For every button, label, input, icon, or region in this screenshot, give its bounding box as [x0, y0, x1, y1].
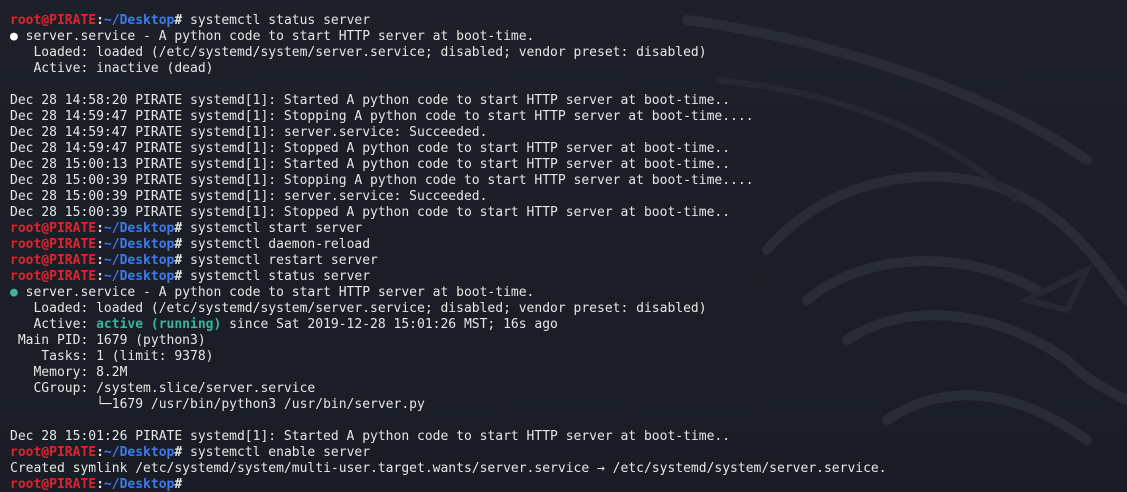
prompt-user-host: root@PIRATE: [10, 269, 97, 284]
terminal-window[interactable]: root@PIRATE:~/Desktop# systemctl status …: [0, 0, 1127, 492]
prompt-path: ~/Desktop: [103, 237, 175, 252]
output-line: Dec 28 15:00:39 PIRATE systemd[1]: Stopp…: [10, 205, 1127, 221]
output-text: Main PID: 1679 (python3): [10, 333, 206, 348]
status-dot-icon: ●: [10, 285, 18, 300]
output-line: Dec 28 14:59:47 PIRATE systemd[1]: serve…: [10, 125, 1127, 141]
command-text[interactable]: systemctl restart server: [182, 253, 378, 268]
prompt-separator: :: [96, 221, 104, 236]
output-line: Created symlink /etc/systemd/system/mult…: [10, 461, 1127, 477]
output-line: Dec 28 15:00:39 PIRATE systemd[1]: serve…: [10, 189, 1127, 205]
prompt-path: ~/Desktop: [103, 445, 175, 460]
output-line: CGroup: /system.slice/server.service: [10, 381, 1127, 397]
command-text[interactable]: systemctl enable server: [182, 445, 370, 460]
prompt-separator: :: [96, 269, 104, 284]
output-line: Loaded: loaded (/etc/systemd/system/serv…: [10, 45, 1127, 61]
command-text[interactable]: systemctl status server: [182, 269, 370, 284]
output-text: Created symlink /etc/systemd/system/mult…: [10, 461, 887, 476]
prompt-separator: :: [96, 477, 104, 492]
prompt-line: root@PIRATE:~/Desktop# systemctl restart…: [10, 253, 1127, 269]
active-running-status: active (running): [96, 317, 222, 332]
active-label: Active:: [10, 317, 97, 332]
output-text: Active: inactive (dead): [10, 61, 214, 76]
prompt-separator: :: [96, 253, 104, 268]
command-text[interactable]: systemctl daemon-reload: [182, 237, 370, 252]
prompt-user-host: root@PIRATE: [10, 13, 97, 28]
output-text: CGroup: /system.slice/server.service: [10, 381, 316, 396]
output-text: └─1679 /usr/bin/python3 /usr/bin/server.…: [10, 397, 425, 412]
active-since: since Sat 2019-12-28 15:01:26 MST; 16s a…: [221, 317, 558, 332]
prompt-line: root@PIRATE:~/Desktop# systemctl daemon-…: [10, 237, 1127, 253]
output-line: ● server.service - A python code to star…: [10, 29, 1127, 45]
terminal-output: root@PIRATE:~/Desktop# systemctl status …: [10, 13, 1127, 492]
prompt-line: root@PIRATE:~/Desktop# systemctl start s…: [10, 221, 1127, 237]
output-line: Dec 28 15:01:26 PIRATE systemd[1]: Start…: [10, 429, 1127, 445]
output-line: ● server.service - A python code to star…: [10, 285, 1127, 301]
prompt-line: root@PIRATE:~/Desktop# systemctl status …: [10, 269, 1127, 285]
output-line: Main PID: 1679 (python3): [10, 333, 1127, 349]
output-text: Dec 28 14:59:47 PIRATE systemd[1]: Stopp…: [10, 109, 754, 124]
output-line: Dec 28 15:00:13 PIRATE systemd[1]: Start…: [10, 157, 1127, 173]
output-text: Memory: 8.2M: [10, 365, 128, 380]
output-text: Dec 28 15:01:26 PIRATE systemd[1]: Start…: [10, 429, 731, 444]
prompt-user-host: root@PIRATE: [10, 221, 97, 236]
output-text: Dec 28 14:58:20 PIRATE systemd[1]: Start…: [10, 93, 731, 108]
prompt-path: ~/Desktop: [103, 269, 175, 284]
output-line: └─1679 /usr/bin/python3 /usr/bin/server.…: [10, 397, 1127, 413]
prompt-line: root@PIRATE:~/Desktop# systemctl enable …: [10, 445, 1127, 461]
output-text: Dec 28 15:00:13 PIRATE systemd[1]: Start…: [10, 157, 731, 172]
output-line: Dec 28 14:59:47 PIRATE systemd[1]: Stopp…: [10, 141, 1127, 157]
output-text: Dec 28 15:00:39 PIRATE systemd[1]: serve…: [10, 189, 488, 204]
output-text: server.service - A python code to start …: [17, 29, 535, 44]
prompt-user-host: root@PIRATE: [10, 237, 97, 252]
prompt-path: ~/Desktop: [103, 253, 175, 268]
prompt-separator: :: [96, 237, 104, 252]
output-line: Tasks: 1 (limit: 9378): [10, 349, 1127, 365]
prompt-path: ~/Desktop: [103, 221, 175, 236]
output-line: Dec 28 14:58:20 PIRATE systemd[1]: Start…: [10, 93, 1127, 109]
status-dot-icon: ●: [10, 29, 18, 44]
output-line: Dec 28 14:59:47 PIRATE systemd[1]: Stopp…: [10, 109, 1127, 125]
command-text[interactable]: systemctl start server: [182, 221, 362, 236]
prompt-user-host: root@PIRATE: [10, 445, 97, 460]
prompt-user-host: root@PIRATE: [10, 253, 97, 268]
prompt-path: ~/Desktop: [103, 13, 175, 28]
prompt-separator: :: [96, 445, 104, 460]
output-text: Dec 28 14:59:47 PIRATE systemd[1]: Stopp…: [10, 141, 731, 156]
output-line: Active: inactive (dead): [10, 61, 1127, 77]
prompt-line: root@PIRATE:~/Desktop#: [10, 477, 1127, 492]
output-text: Dec 28 15:00:39 PIRATE systemd[1]: Stopp…: [10, 173, 754, 188]
output-text: Loaded: loaded (/etc/systemd/system/serv…: [10, 45, 707, 60]
output-text: Dec 28 14:59:47 PIRATE systemd[1]: serve…: [10, 125, 488, 140]
output-text: Dec 28 15:00:39 PIRATE systemd[1]: Stopp…: [10, 205, 731, 220]
output-line: Active: active (running) since Sat 2019-…: [10, 317, 1127, 333]
prompt-path: ~/Desktop: [103, 477, 175, 492]
prompt-line: root@PIRATE:~/Desktop# systemctl status …: [10, 13, 1127, 29]
prompt-separator: :: [96, 13, 104, 28]
output-line: Loaded: loaded (/etc/systemd/system/serv…: [10, 301, 1127, 317]
output-text: Loaded: loaded (/etc/systemd/system/serv…: [10, 301, 707, 316]
output-line: Dec 28 15:00:39 PIRATE systemd[1]: Stopp…: [10, 173, 1127, 189]
command-text[interactable]: systemctl status server: [182, 13, 370, 28]
prompt-symbol: #: [174, 477, 183, 492]
prompt-user-host: root@PIRATE: [10, 477, 97, 492]
output-text: server.service - A python code to start …: [17, 285, 535, 300]
output-line: Memory: 8.2M: [10, 365, 1127, 381]
output-text: Tasks: 1 (limit: 9378): [10, 349, 214, 364]
